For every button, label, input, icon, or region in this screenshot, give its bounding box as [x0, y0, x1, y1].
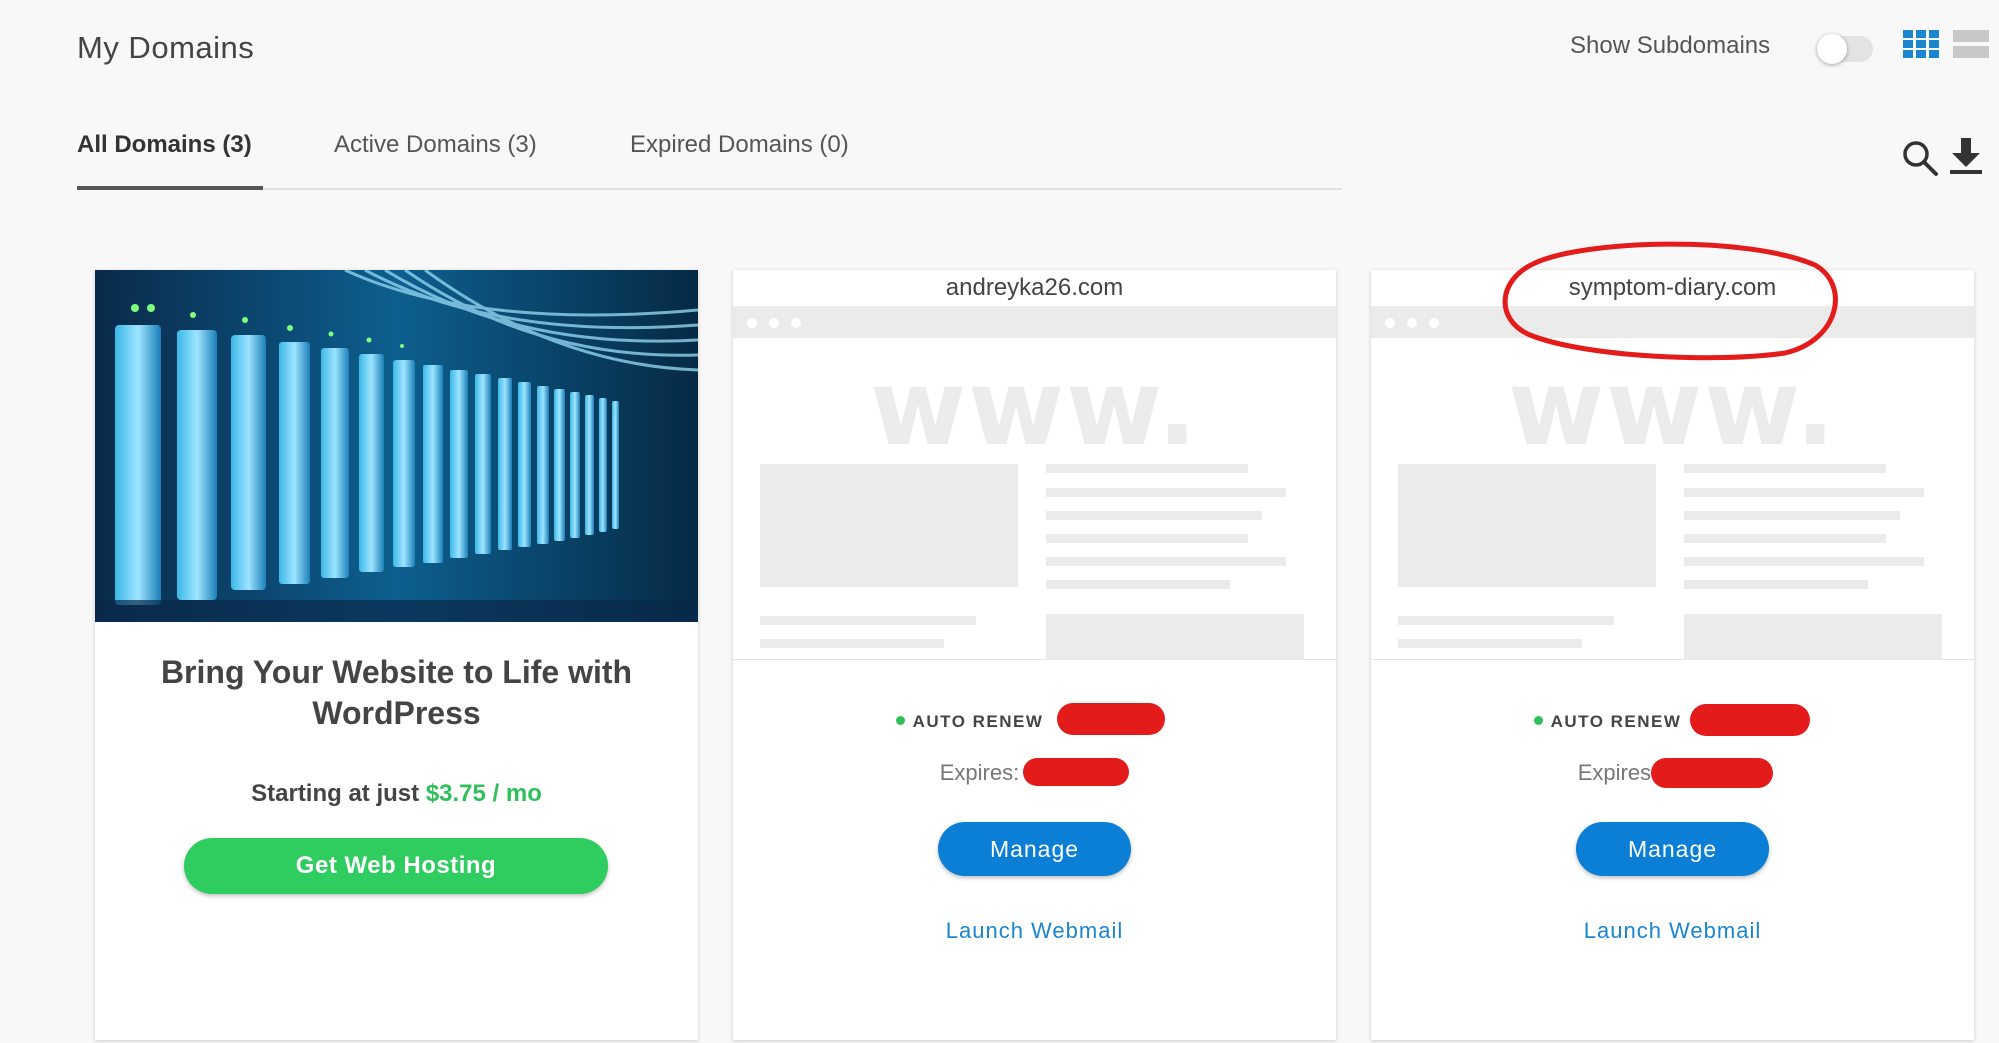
- show-subdomains-label: Show Subdomains: [1570, 32, 1771, 59]
- manage-button[interactable]: Manage: [938, 822, 1131, 876]
- promo-price: $3.75 / mo: [425, 780, 542, 807]
- tab-active-domains[interactable]: Active Domains (3): [334, 128, 537, 190]
- domain-name[interactable]: andreyka26.com: [733, 274, 1336, 302]
- toggle-knob: [1817, 34, 1847, 64]
- browser-bar: [733, 306, 1336, 338]
- search-icon[interactable]: [1900, 138, 1940, 178]
- launch-webmail-link[interactable]: Launch Webmail: [733, 918, 1336, 944]
- tab-expired-domains[interactable]: Expired Domains (0): [630, 128, 849, 190]
- www-placeholder: www.: [1507, 347, 1838, 469]
- placeholder-line: [1046, 488, 1286, 497]
- show-subdomains-toggle[interactable]: [1817, 34, 1873, 64]
- redaction-mark: [1057, 703, 1165, 735]
- page-title: My Domains: [77, 30, 255, 65]
- placeholder-line: [1398, 616, 1614, 625]
- grid-view-icon[interactable]: [1903, 30, 1939, 58]
- browser-dot: [747, 318, 757, 328]
- placeholder-line: [1684, 511, 1900, 520]
- download-icon[interactable]: [1948, 136, 1984, 176]
- list-view-icon[interactable]: [1953, 30, 1989, 58]
- promo-title: Bring Your Website to Life with WordPres…: [160, 654, 633, 731]
- domain-name[interactable]: symptom-diary.com: [1371, 274, 1974, 302]
- domain-tabs: All Domains (3) Active Domains (3) Expir…: [77, 128, 1342, 190]
- placeholder-line: [1046, 534, 1248, 543]
- browser-dot: [769, 318, 779, 328]
- placeholder-line: [1398, 639, 1582, 648]
- placeholder-line: [1046, 580, 1230, 589]
- get-web-hosting-button[interactable]: Get Web Hosting: [184, 838, 608, 894]
- placeholder-block: [1684, 614, 1942, 660]
- placeholder-line: [1684, 534, 1886, 543]
- browser-dot: [1429, 318, 1439, 328]
- redaction-mark: [1023, 758, 1129, 786]
- placeholder-line: [1684, 557, 1924, 566]
- tab-all-domains[interactable]: All Domains (3): [77, 128, 263, 190]
- placeholder-line: [1046, 557, 1286, 566]
- redaction-mark: [1690, 704, 1810, 736]
- placeholder-line: [1684, 464, 1886, 473]
- browser-bar: [1371, 306, 1974, 338]
- placeholder-line: [1046, 511, 1262, 520]
- website-preview: www.: [1371, 306, 1974, 660]
- auto-renew-status: AUTO RENEW: [733, 712, 1336, 732]
- placeholder-block: [760, 464, 1018, 587]
- browser-dot: [1385, 318, 1395, 328]
- manage-button[interactable]: Manage: [1576, 822, 1769, 876]
- hosting-promo-card: Bring Your Website to Life with WordPres…: [95, 270, 698, 1040]
- placeholder-line: [760, 616, 976, 625]
- status-dot-icon: [1533, 716, 1543, 725]
- placeholder-line: [760, 639, 944, 648]
- placeholder-block: [1046, 614, 1304, 660]
- browser-dot: [791, 318, 801, 328]
- browser-dot: [1407, 318, 1417, 328]
- domain-card: andreyka26.com www. AUTO RENEW Expires: …: [733, 270, 1336, 1040]
- placeholder-line: [1046, 464, 1248, 473]
- status-dot-icon: [895, 716, 905, 725]
- server-rack-image: [95, 270, 698, 622]
- placeholder-line: [1684, 580, 1868, 589]
- price-prefix: Starting at just: [251, 780, 420, 807]
- redaction-mark: [1651, 758, 1773, 788]
- placeholder-line: [1684, 488, 1924, 497]
- website-preview: www.: [733, 306, 1336, 660]
- www-placeholder: www.: [869, 347, 1200, 469]
- promo-price-line: Starting at just $3.75 / mo: [95, 780, 698, 808]
- launch-webmail-link[interactable]: Launch Webmail: [1371, 918, 1974, 944]
- auto-renew-status: AUTO RENEW: [1371, 712, 1974, 732]
- domain-card: symptom-diary.com www. AUTO RENEW Expire…: [1371, 270, 1974, 1040]
- placeholder-block: [1398, 464, 1656, 587]
